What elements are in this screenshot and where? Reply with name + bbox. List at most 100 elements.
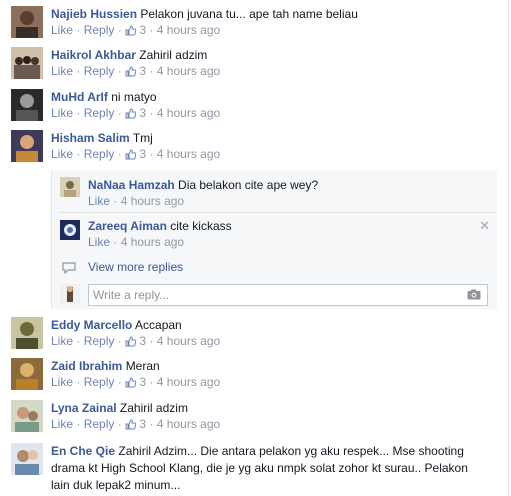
like-link[interactable]: Like: [51, 375, 73, 389]
avatar[interactable]: [11, 89, 43, 121]
timestamp[interactable]: 4 hours ago: [121, 235, 184, 249]
comment-author[interactable]: Hisham Salim: [51, 131, 130, 145]
thumbs-up-icon: [125, 377, 137, 388]
timestamp[interactable]: 4 hours ago: [157, 106, 220, 120]
timestamp[interactable]: 4 hours ago: [157, 147, 220, 161]
separator: ·: [149, 147, 154, 161]
avatar[interactable]: [60, 177, 80, 197]
comment-text-line: drama kt High School Klang, die je yg ak…: [51, 461, 468, 475]
avatar[interactable]: [60, 220, 80, 240]
separator: ·: [113, 235, 118, 249]
reply-item: NaNaa Hamzah Dia belakon cite ape wey? L…: [52, 177, 497, 217]
comment-author[interactable]: Eddy Marcello: [51, 318, 132, 332]
comment-author[interactable]: Zaid Ibrahim: [51, 359, 122, 373]
comment-item: Eddy Marcello Accapan Like · Reply · 3 ·…: [0, 317, 511, 357]
separator: ·: [117, 334, 122, 348]
comment-item: Lyna Zainal Zahiril adzim Like · Reply ·…: [0, 400, 511, 440]
comment-item: Haikrol Akhbar Zahiril adzim Like · Repl…: [0, 47, 511, 87]
like-count[interactable]: 3: [139, 64, 146, 78]
comment-item: MuHd ArIf ni matyo Like · Reply · 3 · 4 …: [0, 89, 511, 129]
reply-link[interactable]: Reply: [84, 417, 115, 431]
close-icon[interactable]: ✕: [479, 218, 490, 234]
like-link[interactable]: Like: [88, 235, 110, 249]
thumbs-up-icon: [125, 66, 137, 77]
reply-link[interactable]: Reply: [84, 147, 115, 161]
reply-link[interactable]: Reply: [84, 64, 115, 78]
avatar[interactable]: [11, 400, 43, 432]
separator: ·: [117, 64, 122, 78]
comment-item: Hisham Salim Tmj Like · Reply · 3 · 4 ho…: [0, 130, 511, 170]
separator: ·: [76, 106, 81, 120]
comment-author[interactable]: Najieb Hussien: [51, 7, 137, 21]
separator: ·: [149, 23, 154, 37]
reply-thread: NaNaa Hamzah Dia belakon cite ape wey? L…: [51, 170, 497, 309]
separator: ·: [76, 64, 81, 78]
separator: ·: [76, 417, 81, 431]
timestamp[interactable]: 4 hours ago: [121, 194, 184, 208]
separator: ·: [149, 64, 154, 78]
like-link[interactable]: Like: [51, 334, 73, 348]
reply-link[interactable]: Reply: [84, 23, 115, 37]
comment-item: Zaid Ibrahim Meran Like · Reply · 3 · 4 …: [0, 358, 511, 398]
reply-input[interactable]: [89, 285, 467, 305]
separator: ·: [113, 194, 118, 208]
avatar: [60, 284, 80, 304]
comment-item: Najieb Hussien Pelakon juvana tu... ape …: [0, 6, 511, 46]
avatar[interactable]: [11, 130, 43, 162]
comment-author[interactable]: En Che Qie: [51, 444, 115, 458]
like-link[interactable]: Like: [51, 23, 73, 37]
like-count[interactable]: 3: [139, 23, 146, 37]
separator: ·: [117, 23, 122, 37]
reply-input-wrapper: [88, 284, 488, 306]
reply-link[interactable]: Reply: [84, 106, 115, 120]
avatar[interactable]: [11, 317, 43, 349]
reply-author[interactable]: NaNaa Hamzah: [88, 178, 175, 192]
camera-icon[interactable]: [467, 289, 481, 300]
avatar[interactable]: [11, 443, 43, 475]
like-link[interactable]: Like: [88, 194, 110, 208]
like-count[interactable]: 3: [139, 375, 146, 389]
comment-item: En Che Qie Zahiril Adzim... Die antara p…: [0, 443, 511, 496]
comment-text: Accapan: [135, 318, 182, 332]
like-link[interactable]: Like: [51, 106, 73, 120]
avatar[interactable]: [11, 47, 43, 79]
timestamp[interactable]: 4 hours ago: [157, 334, 220, 348]
timestamp[interactable]: 4 hours ago: [157, 23, 220, 37]
view-more-replies-link[interactable]: View more replies: [88, 260, 183, 274]
separator: ·: [76, 147, 81, 161]
thumbs-up-icon: [125, 108, 137, 119]
separator: ·: [117, 106, 122, 120]
like-link[interactable]: Like: [51, 147, 73, 161]
avatar[interactable]: [11, 6, 43, 38]
like-link[interactable]: Like: [51, 64, 73, 78]
timestamp[interactable]: 4 hours ago: [157, 417, 220, 431]
like-count[interactable]: 3: [139, 417, 146, 431]
reply-link[interactable]: Reply: [84, 375, 115, 389]
comment-text: Zahiril adzim: [139, 48, 208, 62]
separator: ·: [76, 375, 81, 389]
reply-text: cite kickass: [170, 219, 232, 233]
separator: ·: [76, 334, 81, 348]
avatar[interactable]: [11, 358, 43, 390]
separator: ·: [149, 334, 154, 348]
comment-bubble-icon: [62, 262, 76, 274]
comment-author[interactable]: Haikrol Akhbar: [51, 48, 136, 62]
like-count[interactable]: 3: [139, 106, 146, 120]
comment-author[interactable]: Lyna Zainal: [51, 401, 117, 415]
comment-text: Pelakon juvana tu... ape tah name beliau: [140, 7, 358, 21]
thumbs-up-icon: [125, 419, 137, 430]
timestamp[interactable]: 4 hours ago: [157, 64, 220, 78]
reply-link[interactable]: Reply: [84, 334, 115, 348]
like-count[interactable]: 3: [139, 147, 146, 161]
timestamp[interactable]: 4 hours ago: [157, 375, 220, 389]
separator: ·: [117, 147, 122, 161]
comment-text-line: Zahiril Adzim... Die antara pelakon yg a…: [118, 444, 464, 458]
separator: ·: [117, 375, 122, 389]
comment-author[interactable]: MuHd ArIf: [51, 90, 108, 104]
reply-author[interactable]: Zareeq Aiman: [88, 219, 167, 233]
separator: ·: [149, 375, 154, 389]
thumbs-up-icon: [125, 25, 137, 36]
like-link[interactable]: Like: [51, 417, 73, 431]
separator: ·: [117, 417, 122, 431]
like-count[interactable]: 3: [139, 334, 146, 348]
